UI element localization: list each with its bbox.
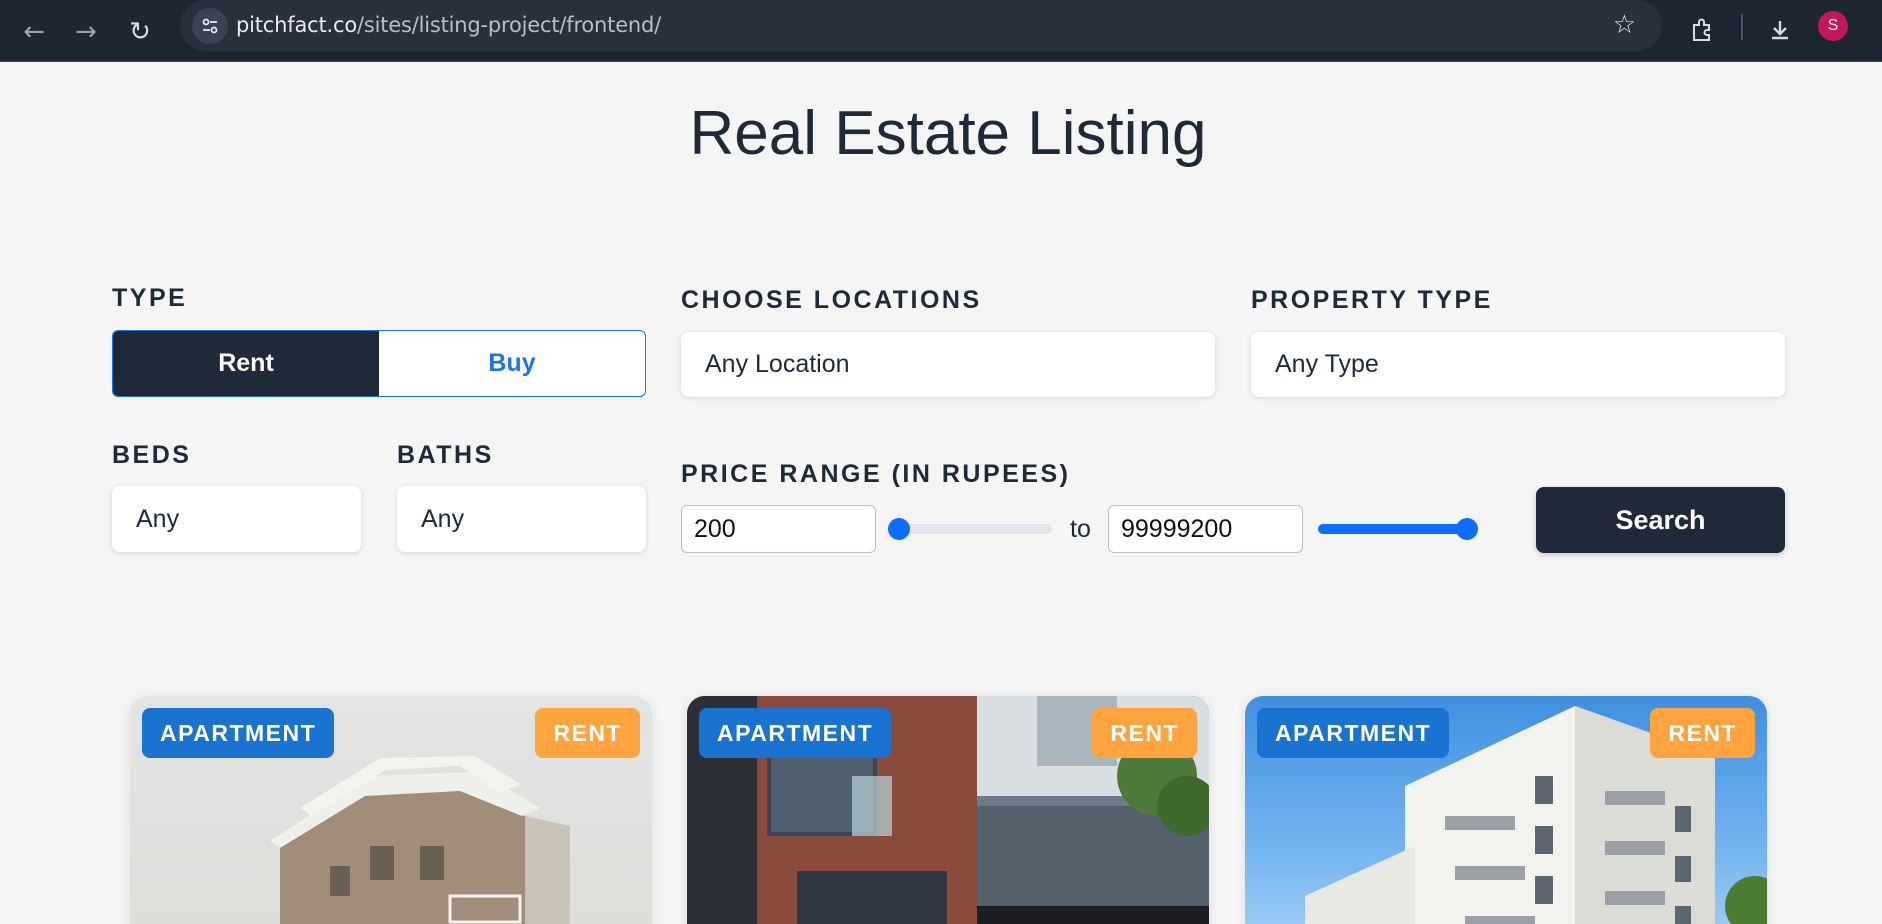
search-button[interactable]: Search	[1536, 487, 1785, 553]
bookmark-star-icon[interactable]: ☆	[1613, 10, 1636, 40]
back-arrow-icon[interactable]: ←	[12, 10, 56, 54]
baths-label: BATHS	[397, 441, 494, 469]
price-range-label: PRICE RANGE (IN RUPEES)	[681, 460, 1071, 488]
extensions-icon[interactable]	[1683, 10, 1723, 50]
forward-arrow-icon[interactable]: →	[64, 10, 108, 54]
type-buy-button[interactable]: Buy	[379, 331, 645, 396]
price-to-label: to	[1070, 515, 1091, 543]
browser-toolbar: ← → ↻ pitchfact.co/sites/listing-project…	[0, 0, 1882, 62]
listing-card[interactable]: APARTMENT RENT	[130, 696, 652, 924]
property-type-select[interactable]: Any Type	[1251, 332, 1785, 397]
type-toggle: Rent Buy	[112, 330, 646, 397]
url-text[interactable]: pitchfact.co/sites/listing-project/front…	[236, 13, 661, 37]
property-type-badge: APARTMENT	[142, 708, 335, 758]
price-min-slider-thumb[interactable]	[888, 518, 910, 540]
price-max-input[interactable]: 99999200	[1108, 505, 1303, 553]
deal-type-badge: RENT	[1092, 708, 1197, 758]
type-label: TYPE	[112, 284, 188, 312]
listing-card[interactable]: APARTMENT RENT	[1245, 696, 1767, 924]
property-type-badge: APARTMENT	[1257, 708, 1450, 758]
location-select[interactable]: Any Location	[681, 332, 1215, 397]
price-min-input[interactable]: 200	[681, 505, 876, 553]
deal-type-badge: RENT	[1650, 708, 1755, 758]
profile-avatar[interactable]: S	[1818, 11, 1848, 41]
beds-select[interactable]: Any	[112, 486, 361, 552]
site-info-icon[interactable]	[192, 8, 228, 44]
address-bar[interactable]: pitchfact.co/sites/listing-project/front…	[180, 0, 1662, 51]
deal-type-badge: RENT	[535, 708, 640, 758]
price-min-slider[interactable]	[888, 518, 1052, 540]
download-icon[interactable]	[1760, 10, 1800, 50]
price-max-slider[interactable]	[1318, 518, 1478, 540]
page-title: Real Estate Listing	[689, 99, 1207, 168]
price-max-slider-fill	[1318, 524, 1467, 534]
toolbar-divider	[1741, 14, 1743, 40]
property-type-badge: APARTMENT	[699, 708, 892, 758]
type-rent-button[interactable]: Rent	[113, 331, 379, 396]
beds-label: BEDS	[112, 441, 192, 469]
listing-card[interactable]: APARTMENT RENT	[687, 696, 1209, 924]
locations-label: CHOOSE LOCATIONS	[681, 286, 982, 314]
url-domain: pitchfact.co	[236, 13, 357, 37]
property-type-label: PROPERTY TYPE	[1251, 286, 1493, 314]
price-max-slider-thumb[interactable]	[1456, 518, 1478, 540]
reload-icon[interactable]: ↻	[118, 10, 162, 54]
url-path: /sites/listing-project/frontend/	[356, 13, 662, 37]
baths-select[interactable]: Any	[397, 486, 646, 552]
